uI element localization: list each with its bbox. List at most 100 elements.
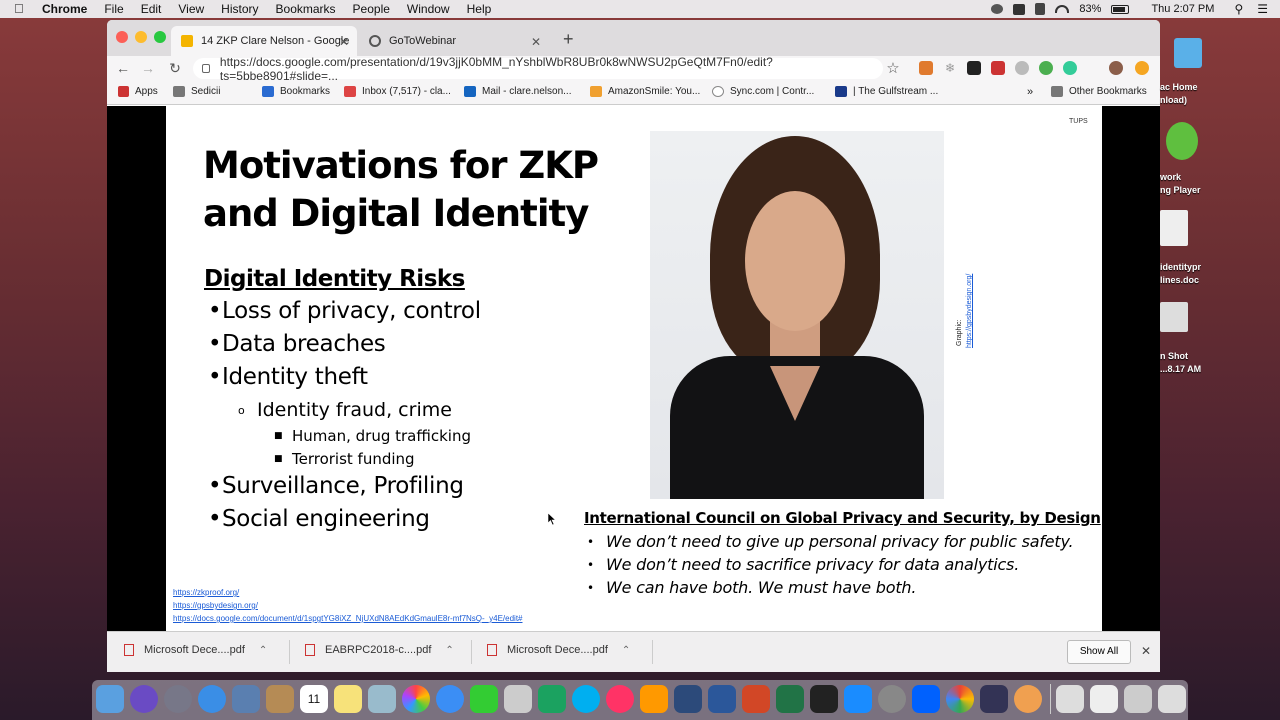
- extension-icon[interactable]: [1063, 61, 1077, 75]
- new-tab-button[interactable]: +: [563, 29, 574, 50]
- bookmark-bookmarks[interactable]: Bookmarks: [262, 86, 330, 97]
- extension-icon[interactable]: [1015, 61, 1029, 75]
- vpn-app-icon[interactable]: [674, 685, 702, 713]
- other-bookmarks[interactable]: Other Bookmarks: [1051, 86, 1147, 97]
- notification-center-icon[interactable]: ☰: [1257, 2, 1268, 16]
- dropbox-icon[interactable]: [1013, 3, 1026, 15]
- spotlight-search-icon[interactable]: ⚲: [1234, 2, 1243, 16]
- reload-button[interactable]: ↻: [165, 56, 185, 81]
- tab-close-icon[interactable]: ✕: [531, 35, 541, 49]
- notes-app-icon[interactable]: [266, 685, 294, 713]
- reference-link[interactable]: https://docs.google.com/document/d/1spgt…: [173, 614, 523, 623]
- profile-avatar[interactable]: [1109, 61, 1123, 75]
- reference-link[interactable]: https://gpsbydesign.org/: [173, 601, 258, 610]
- address-bar[interactable]: https://docs.google.com/presentation/d/1…: [193, 55, 883, 83]
- bookmark-apps[interactable]: Apps: [118, 86, 158, 97]
- excel-icon[interactable]: [776, 685, 804, 713]
- download-item[interactable]: Microsoft Dece....pdf ⌃: [487, 644, 630, 656]
- textedit-icon[interactable]: [504, 685, 532, 713]
- ibooks-icon[interactable]: [640, 685, 668, 713]
- screenshot-icon[interactable]: [1160, 302, 1188, 332]
- downloads-stack-icon[interactable]: [1124, 685, 1152, 713]
- close-downloads-bar-icon[interactable]: ✕: [1141, 644, 1151, 658]
- launchpad-icon[interactable]: [164, 685, 192, 713]
- stickies-icon[interactable]: [334, 685, 362, 713]
- menu-window[interactable]: Window: [407, 2, 450, 16]
- back-button[interactable]: ←: [113, 56, 133, 81]
- gotomeeting-player-icon[interactable]: [1166, 122, 1198, 160]
- bookmark-sedicii[interactable]: Sedicii: [173, 86, 220, 97]
- document-icon[interactable]: [1160, 210, 1188, 246]
- extension-icon[interactable]: [967, 61, 981, 75]
- bookmark-star-icon[interactable]: ☆: [883, 56, 903, 81]
- word-icon[interactable]: [708, 685, 736, 713]
- snowflake-extension-icon[interactable]: ❄: [943, 61, 957, 75]
- show-all-downloads-button[interactable]: Show All: [1067, 640, 1131, 664]
- app-store-icon[interactable]: [844, 685, 872, 713]
- skype-icon[interactable]: [572, 685, 600, 713]
- bookmark-amazonsmile[interactable]: AmazonSmile: You...: [590, 86, 700, 97]
- tab-close-icon[interactable]: ✕: [339, 35, 349, 49]
- bookmark-mail[interactable]: Mail - clare.nelson...: [464, 86, 571, 97]
- safari-icon[interactable]: [198, 685, 226, 713]
- download-item[interactable]: EABRPC2018-c....pdf ⌃: [305, 644, 454, 656]
- menu-bookmarks[interactable]: Bookmarks: [276, 2, 336, 16]
- tab-google-slides[interactable]: 14 ZKP Clare Nelson - Google ✕: [171, 26, 357, 56]
- itunes-icon[interactable]: [606, 685, 634, 713]
- siri-icon[interactable]: [130, 685, 158, 713]
- menu-help[interactable]: Help: [467, 2, 492, 16]
- update-alert-icon[interactable]: [1135, 61, 1149, 75]
- sheets-icon[interactable]: [538, 685, 566, 713]
- bluetooth-icon[interactable]: [1035, 3, 1046, 15]
- chrome-icon[interactable]: [946, 685, 974, 713]
- extension-icon[interactable]: [919, 61, 933, 75]
- messages-icon[interactable]: [436, 685, 464, 713]
- bookmark-gulfstream[interactable]: | The Gulfstream ...: [835, 86, 938, 97]
- trash-icon[interactable]: [1158, 685, 1186, 713]
- extension-icon[interactable]: [991, 61, 1005, 75]
- clock[interactable]: Thu 2:07 PM: [1151, 3, 1214, 15]
- photos-icon[interactable]: [402, 685, 430, 713]
- graphic-url-link[interactable]: https://gpsbydesign.org/: [966, 274, 973, 348]
- close-window-button[interactable]: [116, 31, 128, 43]
- desktop-item-label: ac Home: [1160, 82, 1198, 92]
- battery-icon[interactable]: [1111, 4, 1130, 14]
- minimize-window-button[interactable]: [135, 31, 147, 43]
- menu-edit[interactable]: Edit: [141, 2, 162, 16]
- tab-gotowebinar[interactable]: GoToWebinar ✕: [359, 26, 549, 56]
- zoom-window-button[interactable]: [154, 31, 166, 43]
- eye-icon[interactable]: [991, 4, 1004, 14]
- folder-icon[interactable]: [1174, 38, 1202, 68]
- bookmark-label: Sync.com | Contr...: [730, 86, 815, 97]
- extension-icon[interactable]: [1039, 61, 1053, 75]
- bookmark-sync[interactable]: Sync.com | Contr...: [712, 86, 814, 97]
- dock-document-icon[interactable]: [1056, 685, 1084, 713]
- wifi-icon[interactable]: [1055, 5, 1070, 13]
- download-item[interactable]: Microsoft Dece....pdf ⌃: [124, 644, 267, 656]
- chevron-up-icon[interactable]: ⌃: [259, 645, 267, 656]
- bookmark-inbox[interactable]: Inbox (7,517) - cla...: [344, 86, 451, 97]
- system-preferences-icon[interactable]: [878, 685, 906, 713]
- menu-app-name[interactable]: Chrome: [42, 2, 87, 16]
- menu-people[interactable]: People: [353, 2, 390, 16]
- powerpoint-icon[interactable]: [742, 685, 770, 713]
- preview-icon[interactable]: [232, 685, 260, 713]
- apple-menu-icon[interactable]: : [14, 2, 26, 15]
- calendar-icon[interactable]: 11: [300, 685, 328, 713]
- menu-file[interactable]: File: [104, 2, 123, 16]
- facetime-icon[interactable]: [470, 685, 498, 713]
- chevron-up-icon[interactable]: ⌃: [622, 645, 630, 656]
- flower-app-icon[interactable]: [1014, 685, 1042, 713]
- forward-button[interactable]: →: [138, 56, 158, 81]
- bull-app-icon[interactable]: [980, 685, 1008, 713]
- finder-icon[interactable]: [96, 685, 124, 713]
- terminal-icon[interactable]: [810, 685, 838, 713]
- menu-view[interactable]: View: [178, 2, 204, 16]
- maps-icon[interactable]: [368, 685, 396, 713]
- reference-link[interactable]: https://zkproof.org/: [173, 588, 239, 597]
- chevron-up-icon[interactable]: ⌃: [445, 645, 453, 656]
- menu-history[interactable]: History: [221, 2, 258, 16]
- bookmarks-overflow-button[interactable]: »: [1027, 86, 1033, 98]
- dock-document-icon[interactable]: [1090, 685, 1118, 713]
- dropbox-icon[interactable]: [912, 685, 940, 713]
